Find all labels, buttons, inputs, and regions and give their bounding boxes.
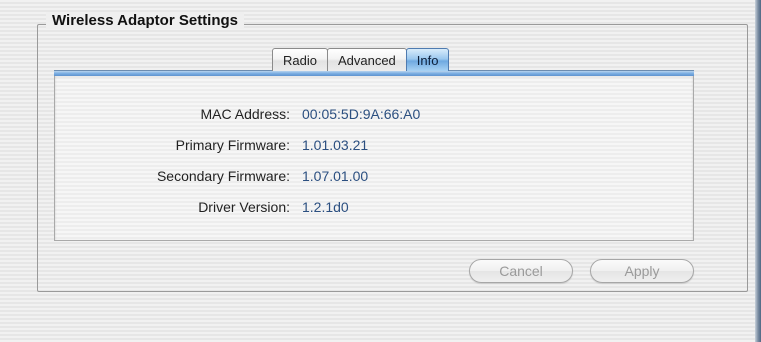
secondary-firmware-value: 1.07.01.00 bbox=[302, 168, 369, 184]
primary-firmware-label: Primary Firmware: bbox=[175, 137, 290, 153]
window-edge bbox=[755, 0, 761, 342]
apply-button[interactable]: Apply bbox=[590, 259, 694, 283]
tab-info[interactable]: Info bbox=[405, 48, 450, 71]
info-panel: MAC Address: 00:05:5D:9A:66:A0 Primary F… bbox=[54, 75, 694, 241]
group-title: Wireless Adaptor Settings bbox=[46, 12, 245, 29]
info-row-mac-address: MAC Address: 00:05:5D:9A:66:A0 bbox=[55, 104, 695, 124]
tab-radio[interactable]: Radio bbox=[272, 48, 328, 71]
primary-firmware-value: 1.01.03.21 bbox=[302, 137, 369, 153]
window: { "group": { "title": "Wireless Adaptor … bbox=[0, 0, 761, 342]
mac-address-value: 00:05:5D:9A:66:A0 bbox=[302, 106, 421, 122]
tab-advanced[interactable]: Advanced bbox=[326, 48, 407, 71]
cancel-button[interactable]: Cancel bbox=[469, 259, 573, 283]
tab-bar: Radio Advanced Info bbox=[272, 48, 450, 71]
secondary-firmware-label: Secondary Firmware: bbox=[156, 168, 290, 184]
info-row-driver-version: Driver Version: 1.2.1d0 bbox=[55, 197, 695, 217]
mac-address-label: MAC Address: bbox=[200, 106, 290, 122]
info-row-primary-firmware: Primary Firmware: 1.01.03.21 bbox=[55, 135, 695, 155]
driver-version-label: Driver Version: bbox=[198, 199, 290, 215]
driver-version-value: 1.2.1d0 bbox=[302, 199, 349, 215]
info-row-secondary-firmware: Secondary Firmware: 1.07.01.00 bbox=[55, 166, 695, 186]
